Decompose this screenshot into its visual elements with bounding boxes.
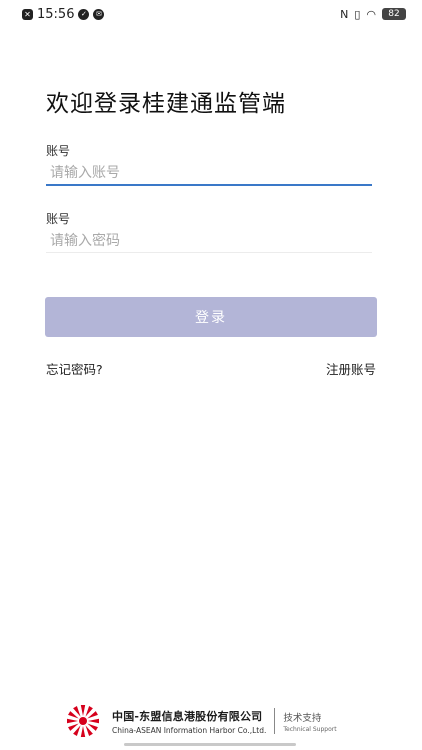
- account-input-underline: [46, 184, 372, 186]
- page-title: 欢迎登录桂建通监管端: [46, 91, 286, 117]
- company-logo-icon: [67, 705, 99, 737]
- support-label-cn: 技术支持: [283, 712, 322, 724]
- password-input-underline: [46, 252, 372, 253]
- app-notification-icon: ✕: [22, 8, 33, 20]
- message-circle-icon: ✉: [93, 8, 105, 20]
- check-circle-icon: ✓: [78, 8, 90, 20]
- account-label: 账号: [46, 144, 71, 158]
- footer: 中国-东盟信息港股份有限公司 China-ASEAN Information H…: [60, 703, 337, 739]
- password-input[interactable]: [46, 227, 376, 255]
- support-label-en: Technical Support: [283, 725, 337, 733]
- vibrate-icon: ▯: [354, 7, 361, 21]
- account-input[interactable]: [46, 159, 376, 187]
- status-bar-left: ✕ 15:56 ✓ ✉: [22, 6, 105, 22]
- status-bar-right: N ▯ ◠ 82: [340, 8, 406, 21]
- company-name-en: China-ASEAN Information Harbor Co.,Ltd.: [112, 725, 267, 735]
- battery-icon: 82: [382, 8, 406, 20]
- password-label: 账号: [46, 212, 71, 226]
- register-link[interactable]: 注册账号: [326, 359, 376, 378]
- technical-support: 技术支持 Technical Support: [283, 710, 336, 733]
- status-time: 15:56: [37, 6, 75, 22]
- login-button[interactable]: 登录: [45, 297, 377, 337]
- company-name: 中国-东盟信息港股份有限公司 China-ASEAN Information H…: [112, 708, 266, 735]
- status-bar: ✕ 15:56 ✓ ✉ N ▯ ◠ 82: [0, 0, 422, 28]
- home-indicator[interactable]: [124, 743, 296, 746]
- forgot-password-link[interactable]: 忘记密码?: [46, 359, 103, 378]
- login-button-label: 登录: [195, 310, 227, 326]
- nfc-icon: N: [340, 7, 349, 21]
- wifi-icon: ◠: [366, 7, 376, 21]
- company-name-cn: 中国-东盟信息港股份有限公司: [112, 709, 263, 723]
- footer-divider: [274, 708, 276, 734]
